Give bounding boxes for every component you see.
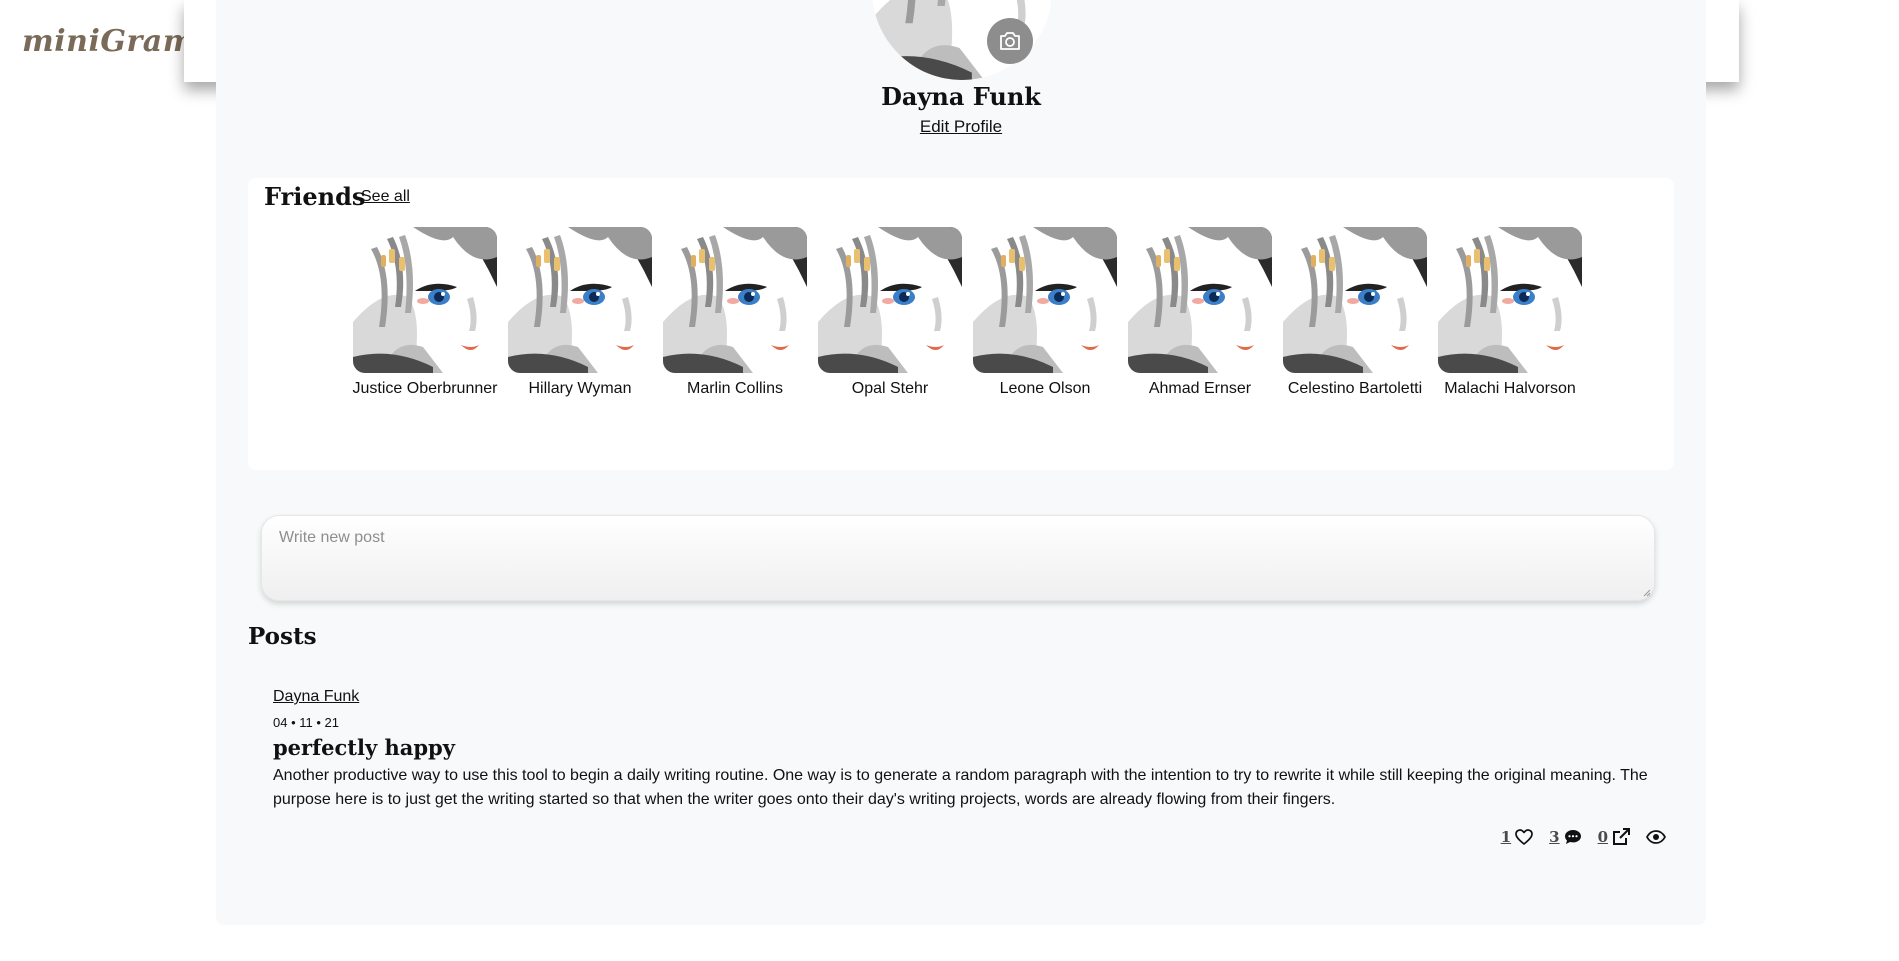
post-title: perfectly happy xyxy=(273,735,455,760)
profile-page: Dayna Funk Edit Profile Friends See all … xyxy=(216,0,1706,925)
friend-avatar xyxy=(818,227,962,373)
friend-card[interactable]: Ahmad Ernser xyxy=(1123,227,1277,398)
friend-card[interactable]: Marlin Collins xyxy=(658,227,812,398)
heart-icon xyxy=(1515,829,1533,845)
friends-heading: Friends xyxy=(264,182,366,211)
edit-profile-link[interactable]: Edit Profile xyxy=(216,117,1706,137)
new-post-textarea[interactable]: Write new post xyxy=(261,515,1655,601)
share-count: 0 xyxy=(1597,828,1608,846)
view-button[interactable] xyxy=(1646,830,1666,844)
friend-name: Opal Stehr xyxy=(851,380,929,397)
friend-name: Leone Olson xyxy=(999,380,1091,397)
friend-card[interactable]: Opal Stehr xyxy=(813,227,967,398)
profile-name: Dayna Funk xyxy=(881,82,1041,111)
app-logo[interactable]: miniGram xyxy=(22,24,195,59)
new-post-placeholder: Write new post xyxy=(279,529,385,546)
friend-card[interactable]: Leone Olson xyxy=(968,227,1122,398)
friend-name: Justice Oberbrunner xyxy=(352,380,498,397)
friend-name: Malachi Halvorson xyxy=(1444,380,1576,397)
friend-card[interactable]: Malachi Halvorson xyxy=(1433,227,1587,398)
post-actions: 1 3 0 xyxy=(1485,828,1666,846)
comment-button[interactable]: 3 xyxy=(1549,828,1581,846)
friend-name: Ahmad Ernser xyxy=(1148,380,1252,397)
post-date: 04 • 11 • 21 xyxy=(273,715,339,730)
post-author-link[interactable]: Dayna Funk xyxy=(273,688,359,706)
friend-card[interactable]: Hillary Wyman xyxy=(503,227,657,398)
friends-card: Friends See all Justice Oberbrunner Hill… xyxy=(248,178,1674,470)
friend-avatar xyxy=(508,227,652,373)
friend-avatar xyxy=(1128,227,1272,373)
posts-heading: Posts xyxy=(248,623,317,650)
comment-count: 3 xyxy=(1549,828,1560,846)
comment-icon xyxy=(1564,830,1581,844)
friend-name: Hillary Wyman xyxy=(528,380,632,397)
friend-card[interactable]: Justice Oberbrunner xyxy=(348,227,502,398)
friend-avatar xyxy=(663,227,807,373)
friend-name: Celestino Bartoletti xyxy=(1287,380,1423,397)
friend-avatar xyxy=(353,227,497,373)
camera-icon[interactable] xyxy=(987,18,1033,64)
friend-avatar xyxy=(1283,227,1427,373)
friend-name: Marlin Collins xyxy=(686,380,784,397)
friend-avatar xyxy=(973,227,1117,373)
share-icon xyxy=(1613,828,1630,845)
friend-avatar xyxy=(1438,227,1582,373)
post-body: Another productive way to use this tool … xyxy=(273,767,1648,808)
eye-icon xyxy=(1646,830,1666,844)
like-button[interactable]: 1 xyxy=(1501,828,1533,846)
resize-handle-icon[interactable] xyxy=(1643,589,1651,597)
share-button[interactable]: 0 xyxy=(1598,828,1630,846)
see-all-friends-link[interactable]: See all xyxy=(361,188,410,206)
friend-card[interactable]: Celestino Bartoletti xyxy=(1278,227,1432,398)
like-count: 1 xyxy=(1500,828,1512,846)
